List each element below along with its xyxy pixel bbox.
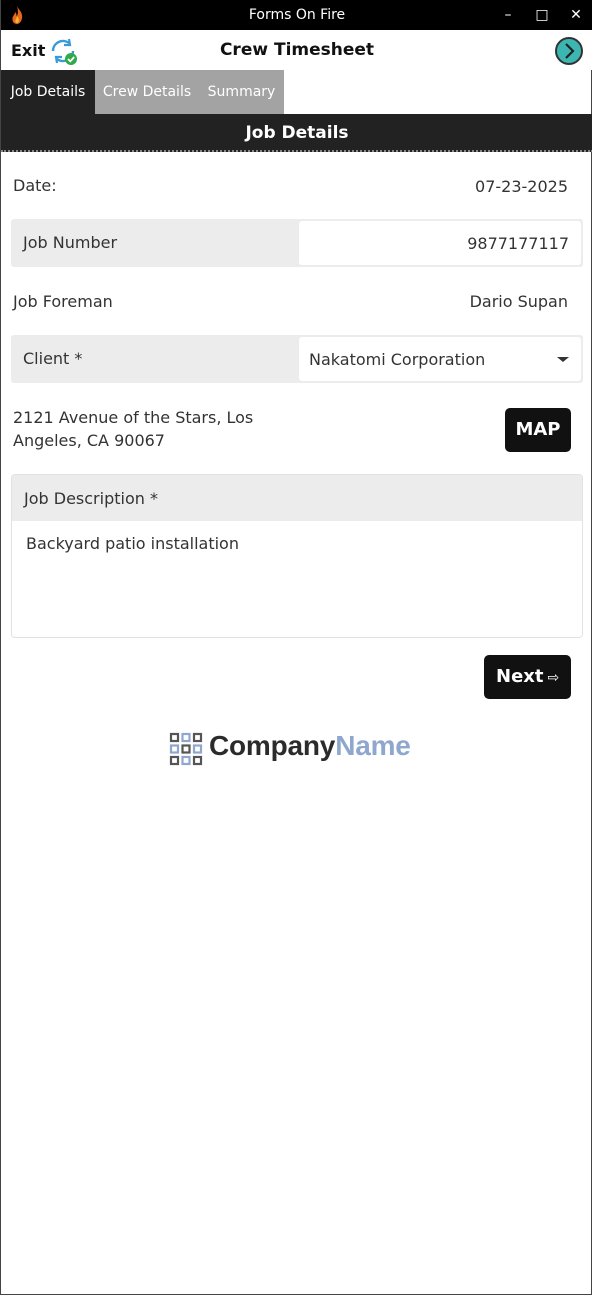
- minimize-button[interactable]: –: [491, 0, 525, 30]
- tab-crew-details[interactable]: Crew Details: [95, 70, 199, 114]
- section-header: Job Details: [1, 114, 592, 152]
- client-label: Client *: [23, 349, 83, 368]
- app-window: Forms On Fire – □ ✕ Exit Crew Timesheet …: [0, 0, 592, 1295]
- form-title: Crew Timesheet: [219, 40, 375, 60]
- tab-bar: Job Details Crew Details Summary: [1, 70, 592, 114]
- job-description-box: Job Description * Backyard patio install…: [11, 474, 583, 638]
- logo-text-company: Company: [209, 730, 336, 761]
- client-address: 2121 Avenue of the Stars, Los Angeles, C…: [13, 408, 254, 450]
- grid-logo-icon: [169, 732, 203, 766]
- job-number-label: Job Number: [23, 233, 118, 252]
- next-page-icon[interactable]: [554, 36, 584, 66]
- job-description-label: Job Description *: [24, 489, 158, 508]
- arrow-right-icon: ⇨: [547, 670, 560, 686]
- date-value[interactable]: 07-23-2025: [475, 177, 568, 196]
- close-button[interactable]: ✕: [559, 0, 592, 30]
- job-number-value: 9877177117: [467, 234, 569, 253]
- next-button[interactable]: Next ⇨: [484, 655, 571, 699]
- maximize-button[interactable]: □: [525, 0, 559, 30]
- tab-job-details[interactable]: Job Details: [1, 70, 95, 114]
- job-foreman-value: Dario Supan: [469, 292, 568, 311]
- job-description-header: Job Description *: [12, 475, 582, 521]
- map-button[interactable]: MAP: [505, 408, 571, 452]
- logo-text-name: Name: [335, 730, 411, 761]
- title-bar: Forms On Fire – □ ✕: [1, 0, 592, 30]
- next-button-label: Next: [496, 666, 544, 687]
- tab-summary[interactable]: Summary: [199, 70, 284, 114]
- job-number-field[interactable]: 9877177117: [299, 221, 581, 265]
- job-number-row: Job Number 9877177117: [11, 219, 583, 267]
- client-row: Client * Nakatomi Corporation: [11, 335, 583, 383]
- date-label: Date:: [13, 176, 57, 195]
- app-header: Exit Crew Timesheet: [1, 30, 592, 70]
- dropdown-caret-icon: [557, 357, 569, 362]
- job-foreman-label: Job Foreman: [13, 292, 113, 311]
- job-description-textarea[interactable]: Backyard patio installation: [26, 534, 239, 553]
- company-logo-text: CompanyName: [209, 730, 411, 762]
- client-value: Nakatomi Corporation: [309, 350, 486, 369]
- client-select[interactable]: Nakatomi Corporation: [299, 337, 581, 381]
